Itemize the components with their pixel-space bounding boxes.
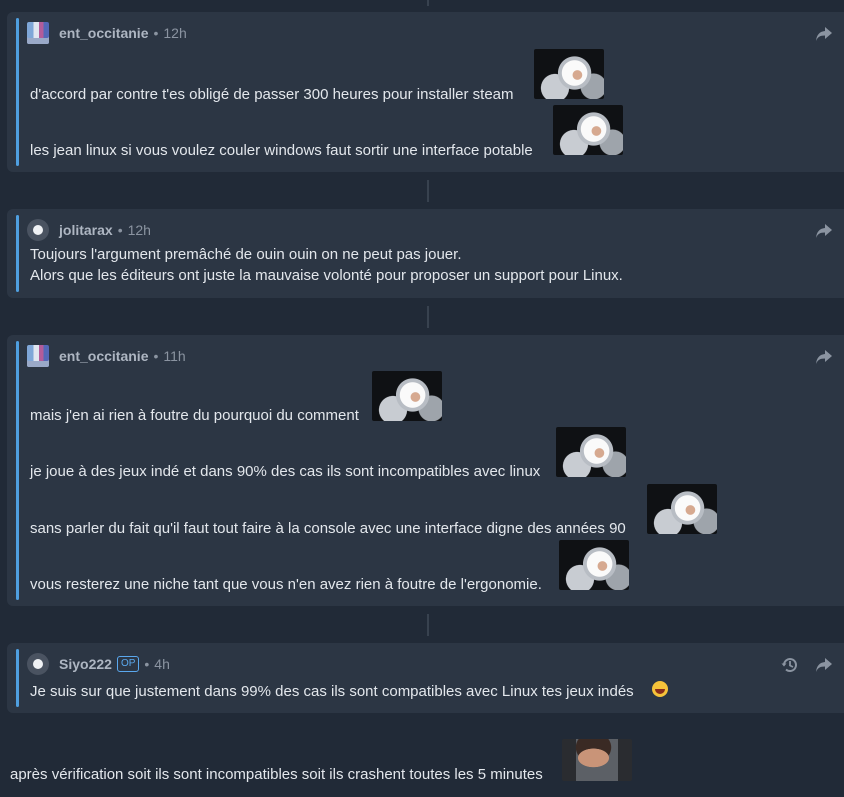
avatar[interactable] xyxy=(27,219,49,241)
thread-connector xyxy=(427,180,429,202)
op-badge: OP xyxy=(116,656,140,672)
comment-card: Siyo222 OP • 4h Je suis sur que justemen… xyxy=(7,643,844,713)
comment-accent-bar xyxy=(16,341,19,600)
comment-card: ent_occitanie • 12h d'accord par contre … xyxy=(7,12,844,172)
username[interactable]: ent_occitanie xyxy=(59,348,148,364)
separator: • xyxy=(153,25,159,41)
share-arrow-icon[interactable] xyxy=(814,347,834,367)
comment-accent-bar xyxy=(16,215,19,292)
laughing-emoji xyxy=(652,681,668,697)
comment-text: les jean linux si vous voulez couler win… xyxy=(30,142,533,159)
comment-card: ent_occitanie • 11h mais j'en ai rien à … xyxy=(7,335,844,606)
share-arrow-icon[interactable] xyxy=(814,24,834,44)
comment-text: vous resterez une niche tant que vous n'… xyxy=(30,576,542,593)
username[interactable]: jolitarax xyxy=(59,222,113,238)
username[interactable]: Siyo222 xyxy=(59,656,112,672)
comment-text: Je suis sur que justement dans 99% des c… xyxy=(30,683,634,700)
thread-connector xyxy=(427,614,429,636)
comment-text: Alors que les éditeurs ont juste la mauv… xyxy=(30,267,623,284)
separator: • xyxy=(117,222,123,238)
share-arrow-icon[interactable] xyxy=(814,655,834,675)
comment-header: jolitarax • 12h xyxy=(27,219,151,241)
avatar[interactable] xyxy=(27,653,49,675)
history-icon[interactable] xyxy=(780,655,800,675)
comment-header: ent_occitanie • 11h xyxy=(27,345,186,367)
timestamp[interactable]: 12h xyxy=(128,222,151,238)
comment-text: mais j'en ai rien à foutre du pourquoi d… xyxy=(30,407,359,424)
astronaut-laughing-image xyxy=(553,105,623,155)
thread-connector xyxy=(427,0,429,6)
timestamp[interactable]: 12h xyxy=(163,25,186,41)
comment-header: Siyo222 OP • 4h xyxy=(27,653,170,675)
comment-accent-bar xyxy=(16,18,19,166)
comment-accent-bar xyxy=(16,649,19,707)
timestamp[interactable]: 11h xyxy=(163,348,185,364)
comment-text: d'accord par contre t'es obligé de passe… xyxy=(30,86,514,103)
separator: • xyxy=(153,348,159,364)
avatar[interactable] xyxy=(27,345,49,367)
thread-connector xyxy=(427,306,429,328)
followup-text: après vérification soit ils sont incompa… xyxy=(10,766,543,783)
comment-header: ent_occitanie • 12h xyxy=(27,22,187,44)
avatar[interactable] xyxy=(27,22,49,44)
astronaut-laughing-image xyxy=(559,540,629,590)
username[interactable]: ent_occitanie xyxy=(59,25,148,41)
timestamp[interactable]: 4h xyxy=(154,656,170,672)
astronaut-laughing-image xyxy=(647,484,717,534)
comment-text: Toujours l'argument premâché de ouin oui… xyxy=(30,246,462,263)
astronaut-laughing-image xyxy=(372,371,442,421)
comment-card: jolitarax • 12h Toujours l'argument prem… xyxy=(7,209,844,298)
astronaut-laughing-image xyxy=(556,427,626,477)
share-arrow-icon[interactable] xyxy=(814,221,834,241)
astronaut-laughing-image xyxy=(534,49,604,99)
comment-text: je joue à des jeux indé et dans 90% des … xyxy=(30,463,541,480)
man-face-image xyxy=(562,739,632,781)
separator: • xyxy=(144,656,150,672)
comment-text: sans parler du fait qu'il faut tout fair… xyxy=(30,520,626,537)
